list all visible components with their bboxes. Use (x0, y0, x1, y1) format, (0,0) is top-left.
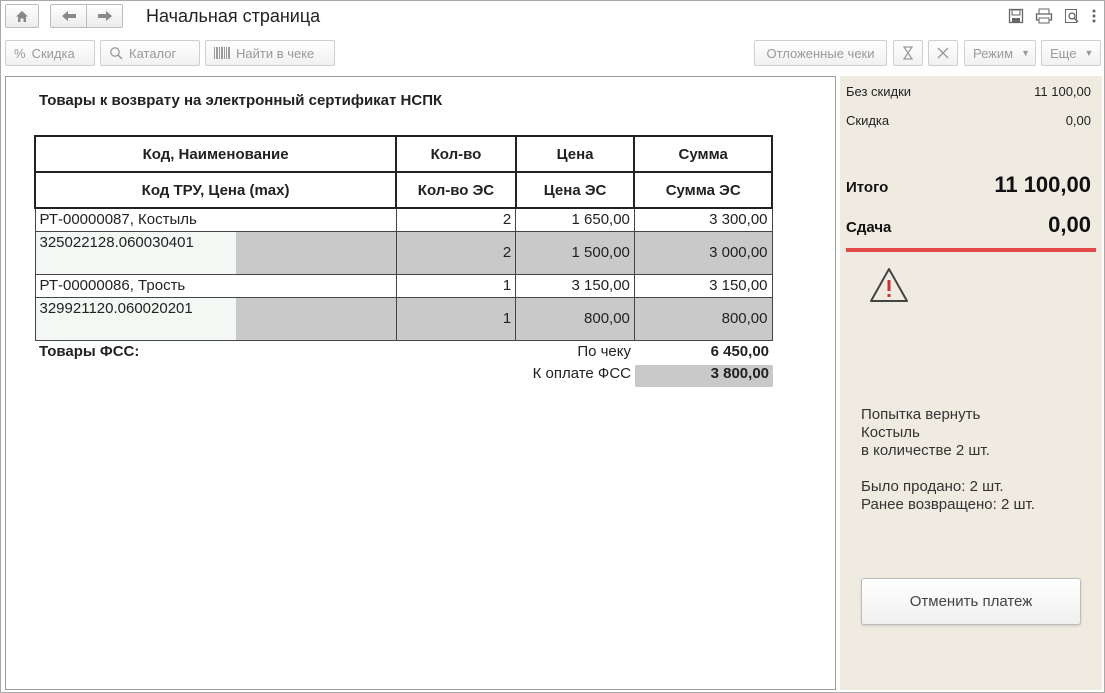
mode-dropdown[interactable]: Режим ▼ (964, 40, 1036, 66)
arrow-left-icon (61, 11, 76, 21)
message-line: Было продано: 2 шт. (861, 478, 1004, 495)
chevron-down-icon: ▼ (1084, 48, 1094, 58)
total-label: Итого (846, 179, 889, 196)
column-header-tru-code: Код ТРУ, Цена (max) (33, 171, 398, 209)
close-icon (937, 47, 949, 59)
table-row[interactable]: РТ-00000086, Трость 1 3 150,00 3 150,00 (34, 273, 773, 298)
by-receipt-row: Товары ФСС: По чеку 6 450,00 (34, 343, 773, 365)
preview-icon[interactable] (1061, 6, 1083, 26)
item-name: РТ-00000086, Трость (34, 273, 397, 298)
column-header-qty-es: Кол-во ЭС (395, 171, 517, 209)
more-dropdown[interactable]: Еще ▼ (1041, 40, 1101, 66)
return-warning-message: Попытка вернуть Костыль в количестве 2 ш… (861, 406, 1035, 514)
item-name: РТ-00000087, Костыль (34, 207, 397, 232)
percent-icon: % (14, 45, 26, 61)
item-price: 1 650,00 (515, 207, 635, 232)
item-qty-es: 2 (395, 230, 517, 275)
deferred-receipts-button[interactable]: Отложенные чеки (754, 40, 887, 66)
warning-triangle-icon (868, 266, 910, 304)
summary-panel: Без скидки 11 100,00 Скидка 0,00 Итого 1… (840, 76, 1102, 690)
no-discount-value: 11 100,00 (1034, 84, 1091, 99)
column-header-qty: Кол-во (395, 135, 517, 173)
search-icon (110, 47, 123, 60)
return-items-table: Код, Наименование Кол-во Цена Сумма Код … (33, 135, 773, 341)
hourglass-icon (903, 46, 913, 60)
message-line: Ранее возвращено: 2 шт. (861, 496, 1035, 513)
title-bar: Начальная страница (0, 0, 1105, 34)
item-tru-cell: 329921120.060020201 (34, 296, 397, 341)
total-value: 11 100,00 (994, 172, 1091, 197)
table-row-es[interactable]: 329921120.060020201 1 800,00 800,00 (34, 296, 773, 341)
clear-button[interactable] (928, 40, 958, 66)
more-vertical-icon[interactable] (1089, 6, 1099, 26)
item-price-es: 800,00 (515, 296, 635, 341)
item-qty-es: 1 (395, 296, 517, 341)
table-row[interactable]: РТ-00000087, Костыль 2 1 650,00 3 300,00 (34, 207, 773, 232)
defer-button[interactable] (893, 40, 923, 66)
item-price-es: 1 500,00 (515, 230, 635, 275)
item-tru-cell: 325022128.060030401 (34, 230, 397, 275)
item-sum-es: 800,00 (633, 296, 773, 341)
column-header-price: Цена (514, 135, 636, 173)
catalog-button[interactable]: Каталог (100, 40, 200, 66)
back-button[interactable] (50, 4, 87, 28)
column-header-code-name: Код, Наименование (33, 135, 398, 173)
item-sum: 3 150,00 (633, 273, 773, 298)
return-items-panel: Товары к возврату на электронный сертифи… (5, 76, 836, 690)
discount-value: 0,00 (1065, 113, 1091, 128)
discount-row: Скидка 0,00 (846, 113, 1091, 128)
discount-label: Скидка (846, 113, 890, 128)
item-sum-es: 3 000,00 (633, 230, 773, 275)
print-icon[interactable] (1033, 6, 1055, 26)
panel-heading: Товары к возврату на электронный сертифи… (39, 92, 443, 109)
change-row: Сдача 0,00 (846, 212, 1091, 238)
no-discount-row: Без скидки 11 100,00 (846, 84, 1091, 99)
to-pay-label: К оплате ФСС (532, 365, 631, 382)
fss-label: Товары ФСС: (39, 343, 140, 360)
item-qty: 2 (395, 207, 517, 232)
discount-button[interactable]: % Скидка (5, 40, 95, 66)
by-receipt-value: 6 450,00 (710, 343, 769, 360)
table-header-row: Код, Наименование Кол-во Цена Сумма (33, 135, 773, 173)
find-in-receipt-button[interactable]: Найти в чеке (205, 40, 335, 66)
status-bar (846, 248, 1096, 252)
home-icon (16, 10, 28, 22)
arrow-right-icon (97, 11, 112, 21)
to-pay-row: К оплате ФСС 3 800,00 (34, 365, 773, 387)
message-line: в количестве 2 шт. (861, 442, 990, 459)
no-discount-label: Без скидки (846, 84, 912, 99)
item-qty: 1 (395, 273, 517, 298)
column-header-sum-es: Сумма ЭС (633, 171, 773, 209)
message-line: Костыль (861, 424, 920, 441)
item-tru-code: 329921120.060020201 (35, 297, 236, 340)
table-header-row-es: Код ТРУ, Цена (max) Кол-во ЭС Цена ЭС Су… (33, 171, 773, 209)
cancel-payment-button[interactable]: Отменить платеж (861, 578, 1081, 625)
total-row: Итого 11 100,00 (846, 172, 1091, 198)
table-row-es[interactable]: 325022128.060030401 2 1 500,00 3 000,00 (34, 230, 773, 275)
barcode-icon (214, 47, 230, 59)
column-header-price-es: Цена ЭС (514, 171, 636, 209)
toolbar: % Скидка Каталог Найти в чеке Отложенные… (0, 39, 1105, 69)
message-line (861, 460, 1035, 478)
item-tru-code: 325022128.060030401 (35, 231, 236, 274)
by-receipt-label: По чеку (577, 343, 631, 360)
message-line: Попытка вернуть (861, 406, 981, 423)
change-label: Сдача (846, 219, 892, 236)
forward-button[interactable] (86, 4, 123, 28)
chevron-down-icon: ▼ (1021, 48, 1031, 58)
home-button[interactable] (5, 4, 39, 28)
column-header-sum: Сумма (633, 135, 773, 173)
item-sum: 3 300,00 (633, 207, 773, 232)
change-value: 0,00 (1048, 212, 1091, 237)
save-icon[interactable] (1005, 6, 1027, 26)
item-price: 3 150,00 (515, 273, 635, 298)
to-pay-value: 3 800,00 (635, 365, 773, 387)
page-title: Начальная страница (146, 6, 321, 26)
